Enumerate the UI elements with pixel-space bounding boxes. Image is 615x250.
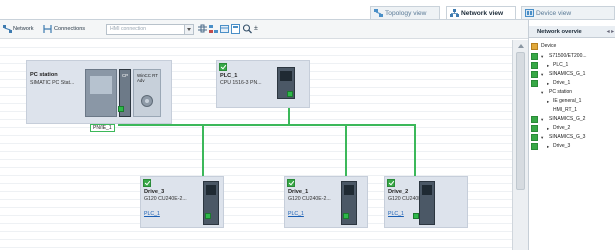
status-ok-icon: [531, 62, 538, 69]
zoom-icon[interactable]: [243, 24, 252, 34]
device-type: G120 CU240E-2...: [144, 196, 187, 202]
drive-port[interactable]: [413, 213, 419, 219]
connection-type-select[interactable]: HMI connection: [106, 24, 194, 35]
canvas-scrollbar[interactable]: [512, 40, 528, 250]
status-ok-icon: [531, 134, 538, 141]
address-table-icon[interactable]: [220, 24, 229, 34]
status-ok-icon: [531, 53, 538, 60]
expand-toggle-icon[interactable]: ▸: [547, 124, 549, 133]
network-canvas[interactable]: PC station SIMATIC PC Stat... CP WinCC R…: [0, 40, 512, 250]
status-ok-icon: [143, 179, 151, 187]
device-plc-1[interactable]: PLC_1 CPU 1516-3 PN...: [216, 60, 310, 108]
expand-toggle-icon[interactable]: ▾: [541, 88, 543, 97]
device-type: G120 CU240E-2...: [288, 196, 331, 202]
expand-toggle-icon[interactable]: ▾: [541, 133, 543, 142]
device-icon: [531, 43, 538, 50]
tab-device-view[interactable]: Device view: [521, 6, 615, 19]
status-ok-icon: [219, 63, 227, 71]
cp-label: CP: [122, 73, 129, 78]
device-drive-3[interactable]: Drive_3 G120 CU240E-2... PLC_1: [140, 176, 224, 228]
expand-toggle-icon[interactable]: ▸: [547, 142, 549, 151]
tab-network-view[interactable]: Network view: [446, 6, 516, 20]
device-name: Drive_2: [388, 189, 409, 195]
network-button[interactable]: Network: [13, 24, 34, 35]
device-name: Drive_3: [144, 189, 165, 195]
status-ok-icon: [531, 143, 538, 150]
plc-link[interactable]: PLC_1: [288, 211, 304, 217]
panel-title: Network overvie: [537, 29, 582, 35]
device-type: SIMATIC PC Stat...: [30, 80, 75, 86]
device-drive-1[interactable]: Drive_1 G120 CU240E-2... PLC_1: [284, 176, 368, 228]
status-ok-icon: [531, 71, 538, 78]
wincc-module: WinCC RT Adv: [133, 69, 161, 117]
expand-toggle-icon[interactable]: ▸: [547, 61, 549, 70]
plc-link[interactable]: PLC_1: [144, 211, 160, 217]
status-ok-icon: [387, 179, 395, 187]
tab-label: Device view: [536, 10, 572, 17]
status-ok-icon: [531, 80, 538, 87]
topology-icon: [374, 9, 383, 17]
expand-toggle-icon[interactable]: ▾: [541, 115, 543, 124]
device-icon: [525, 9, 534, 17]
plc-port[interactable]: [287, 91, 293, 97]
network-mode-icon[interactable]: [3, 24, 12, 34]
drive-port[interactable]: [343, 213, 349, 219]
bus-line-main: [118, 124, 416, 126]
pc-module: [85, 69, 117, 117]
device-pc-station[interactable]: PC station SIMATIC PC Stat... CP WinCC R…: [26, 60, 172, 124]
gear-icon: [141, 95, 153, 107]
pc-port[interactable]: [118, 106, 124, 112]
scroll-up-icon[interactable]: [518, 44, 524, 48]
expand-toggle-icon[interactable]: ▸: [547, 97, 549, 106]
connections-button[interactable]: Connections: [54, 24, 85, 35]
relations-icon[interactable]: [198, 24, 207, 34]
tab-label: Network view: [461, 10, 504, 17]
device-type: CPU 1516-3 PN...: [220, 80, 262, 86]
port-label-pn-ie[interactable]: PN/IE_1: [90, 124, 115, 132]
device-name: Drive_1: [288, 189, 309, 195]
network-overview-panel: Network overvie ◂ ▸ Device ▾ S71500/ET200…: [528, 20, 615, 250]
tab-topology-view[interactable]: Topology view: [370, 6, 440, 19]
scrollbar-thumb[interactable]: [516, 52, 525, 190]
zoom-arrows-icon[interactable]: ±: [254, 23, 258, 34]
network-toolbar: Network Connections HMI connection ±: [0, 20, 528, 39]
connection-type-value: HMI connection: [110, 26, 147, 32]
expand-toggle-icon[interactable]: ▸: [547, 79, 549, 88]
expand-toggle-icon[interactable]: ▾: [541, 52, 543, 61]
expand-toggle-icon[interactable]: ▾: [541, 70, 543, 79]
network-overview-tab[interactable]: Network overvie ◂ ▸: [529, 26, 615, 38]
connections-icon[interactable]: [43, 24, 52, 34]
network-icon: [450, 9, 459, 17]
plc-link[interactable]: PLC_1: [388, 211, 404, 217]
device-name: PC station: [30, 72, 58, 78]
drive-module: [419, 181, 435, 225]
chevron-down-icon[interactable]: [184, 25, 193, 34]
wincc-label: WinCC RT Adv: [137, 73, 158, 83]
device-name: PLC_1: [220, 73, 238, 79]
status-ok-icon: [287, 179, 295, 187]
layout-icon[interactable]: [209, 24, 218, 34]
device-drive-2[interactable]: Drive_2 G120 CU240E-2... PLC_1: [384, 176, 468, 228]
tab-label: Topology view: [385, 10, 427, 17]
page-view-icon[interactable]: [231, 24, 240, 34]
drive-port[interactable]: [205, 213, 211, 219]
view-tab-bar: Topology view Network view Device view: [0, 0, 615, 20]
status-ok-icon: [531, 125, 538, 132]
tab-nav-arrows-icon[interactable]: ◂ ▸: [607, 26, 614, 38]
status-ok-icon: [531, 116, 538, 123]
